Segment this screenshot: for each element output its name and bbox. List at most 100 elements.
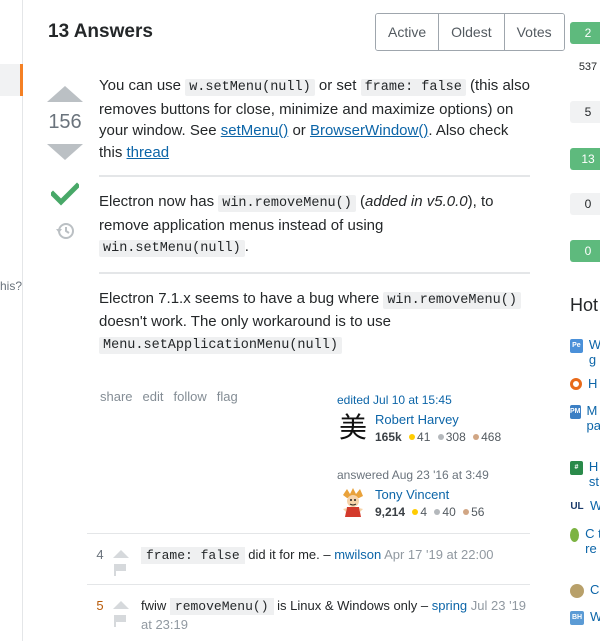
comment-text: is Linux & Windows only –: [273, 598, 432, 613]
inline-code: Menu.setApplicationMenu(null): [99, 336, 342, 354]
avatar[interactable]: 美: [337, 412, 369, 444]
comment-score: 4: [96, 547, 104, 562]
gold-count: 4: [420, 505, 428, 519]
hot-question-item[interactable]: Pe W g: [570, 337, 600, 367]
site-icon: [570, 378, 582, 390]
comments-list: 4 frame: false did it for me. – mwilson …: [87, 533, 530, 641]
accepted-checkmark-icon: [46, 182, 84, 211]
hot-question-item[interactable]: # H st: [570, 459, 600, 489]
site-icon: [570, 584, 584, 598]
answer-body: You can use w.setMenu(null) or set frame…: [99, 75, 530, 356]
inline-code: win.removeMenu(): [218, 195, 356, 212]
answers-count-heading: 13 Answers: [48, 21, 153, 42]
linked-question-score[interactable]: 2: [570, 22, 600, 44]
comment-flag-icon[interactable]: [114, 615, 126, 627]
linked-question-score[interactable]: 13: [570, 148, 600, 170]
inline-code: win.setMenu(null): [99, 240, 245, 257]
comment-user-link[interactable]: mwilson: [334, 547, 381, 562]
paragraph-2: Electron now has win.removeMenu() (added…: [99, 191, 530, 260]
hot-question-title[interactable]: C: [590, 582, 599, 598]
linked-question-score[interactable]: 0: [570, 240, 600, 262]
hot-question-item[interactable]: C tc re: [570, 526, 600, 556]
site-icon: #: [570, 461, 583, 475]
inline-code: removeMenu(): [169, 598, 274, 615]
divider: [99, 175, 530, 177]
editor-signature: edited Jul 10 at 15:45 美 Robert Harvey 1…: [337, 393, 501, 446]
editor-name-link[interactable]: Robert Harvey: [375, 412, 459, 427]
answer-sort-tabs: Active Oldest Votes: [375, 13, 565, 51]
tab-votes[interactable]: Votes: [504, 14, 564, 50]
comment-upvote-icon[interactable]: [113, 550, 129, 558]
hot-question-title[interactable]: W: [590, 609, 600, 625]
right-sidebar: 2 537 5 13 0 0 Hot Pe W g H PM M n pa # H s…: [568, 0, 600, 641]
hot-question-item[interactable]: PM M n pa: [570, 403, 600, 433]
comment-text: fwiw: [141, 598, 170, 613]
silver-count: 40: [442, 505, 456, 519]
comment-user-link[interactable]: spring: [432, 598, 467, 613]
comment-score: 5: [96, 598, 104, 613]
inline-code: frame: false: [141, 547, 245, 564]
post-menu: share edit follow flag: [100, 389, 238, 404]
linked-question-score[interactable]: 5: [570, 101, 600, 123]
hot-question-item[interactable]: BH W: [570, 609, 600, 625]
hot-question-item[interactable]: H: [570, 376, 600, 391]
downvote-arrow-icon[interactable]: [47, 144, 83, 160]
reputation-score: 9,214: [375, 505, 406, 519]
follow-link[interactable]: follow: [174, 389, 207, 404]
upvote-arrow-icon[interactable]: [47, 86, 83, 102]
author-signature: answered Aug 23 '16 at 3:49 Tony Vincent…: [337, 468, 489, 521]
hot-question-title[interactable]: W g: [589, 337, 600, 367]
emphasis: added in v5.0.0: [365, 193, 468, 210]
link-thread[interactable]: thread: [127, 144, 170, 161]
flag-link[interactable]: flag: [217, 389, 238, 404]
divider: [99, 271, 530, 274]
gold-badge-icon: [409, 434, 416, 441]
text: Electron now has: [99, 193, 219, 210]
paragraph-1: You can use w.setMenu(null) or set frame…: [99, 75, 530, 163]
hot-question-title[interactable]: M n pa: [587, 403, 600, 433]
gold-count: 41: [417, 430, 431, 444]
edited-timestamp-link[interactable]: edited Jul 10 at 15:45: [337, 393, 452, 407]
silver-count: 308: [445, 430, 466, 444]
answered-timestamp: answered Aug 23 '16 at 3:49: [337, 468, 489, 482]
inline-code: win.removeMenu(): [383, 291, 521, 309]
linked-question-score[interactable]: 0: [570, 193, 600, 215]
text: (: [355, 193, 366, 210]
share-link[interactable]: share: [100, 389, 133, 404]
silver-badge-icon: [437, 434, 444, 441]
bronze-badge-icon: [463, 509, 470, 516]
site-icon: Pe: [570, 339, 583, 353]
tab-active[interactable]: Active: [376, 14, 440, 50]
text: You can use: [99, 77, 186, 94]
edit-link[interactable]: edit: [143, 389, 164, 404]
hot-question-title[interactable]: H: [588, 376, 597, 391]
site-icon: UL: [570, 500, 584, 514]
history-icon[interactable]: [46, 221, 84, 246]
silver-badge-icon: [434, 509, 441, 516]
hot-question-title[interactable]: W: [590, 498, 600, 514]
comment-upvote-icon[interactable]: [113, 601, 129, 609]
comment-flag-icon[interactable]: [114, 564, 126, 576]
left-sidebar: his?: [0, 0, 23, 641]
hot-question-item[interactable]: C: [570, 582, 600, 598]
avatar[interactable]: [337, 487, 369, 519]
hot-question-title[interactable]: C tc re: [585, 526, 600, 556]
link-browserwindow[interactable]: BrowserWindow(): [310, 122, 428, 139]
hot-question-title[interactable]: H st: [589, 459, 600, 489]
author-name-link[interactable]: Tony Vincent: [375, 487, 449, 502]
linked-question-score[interactable]: 537: [570, 56, 600, 78]
inline-code: w.setMenu(null): [185, 79, 315, 96]
hot-question-item[interactable]: UL W: [570, 498, 600, 514]
comment-text: did it for me. –: [244, 547, 335, 562]
paragraph-3: Electron 7.1.x seems to have a bug where…: [99, 288, 530, 357]
text: or set: [314, 77, 361, 94]
left-sidebar-active-item[interactable]: [0, 64, 23, 96]
tab-oldest[interactable]: Oldest: [439, 14, 505, 50]
comment-item: 5 fwiw removeMenu() is Linux & Windows o…: [87, 585, 530, 641]
link-setmenu[interactable]: setMenu(): [221, 122, 289, 139]
left-sidebar-cut-text: his?: [0, 279, 23, 293]
gold-badge-icon: [412, 509, 419, 516]
text: or: [288, 122, 310, 139]
site-icon: [570, 528, 580, 542]
site-icon: BH: [570, 611, 584, 625]
